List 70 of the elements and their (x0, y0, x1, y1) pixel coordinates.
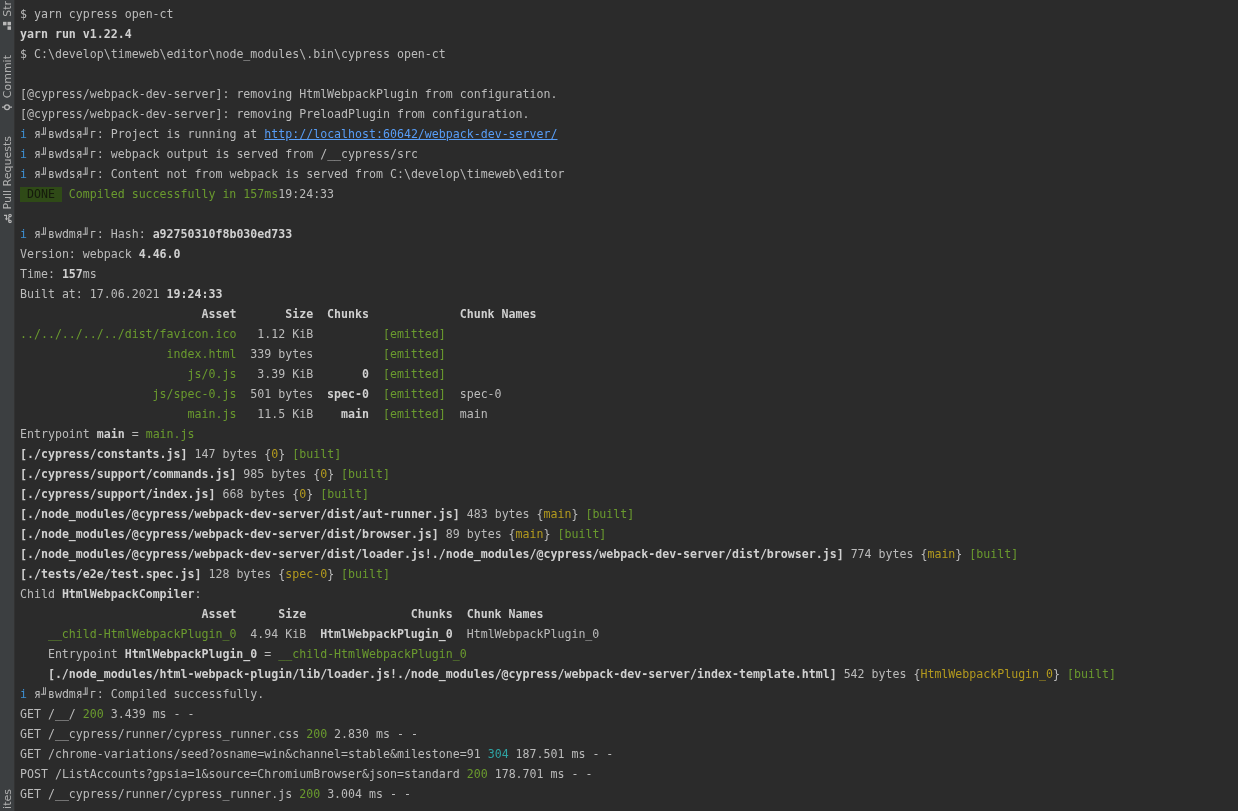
tool-window-tab[interactable]: Commit (0, 54, 14, 113)
log-line: [./node_modules/@cypress/webpack-dev-server/dist/browser.js] 89 bytes {main} [built] (20, 526, 607, 544)
tool-window-tab[interactable]: Pull Requests (0, 136, 14, 224)
log-line: [./cypress/support/index.js] 668 bytes {0} [built] (20, 486, 370, 503)
table-cell-text: HtmlWebpackPlugin_0 (466, 626, 600, 643)
table-cell-text: 3.39 KiB (257, 366, 314, 383)
log-line: $ yarn cypress open-ct (20, 6, 174, 23)
log-line: GET /__cypress/runner/cypress_runner.js 200 3.004 ms - - (20, 786, 411, 803)
log-line: $ C:\develop\timeweb\editor\node_modules\.bin\cypress open-ct (20, 46, 446, 63)
log-line: i я╜вwdmя╜г: Compiled successfully. (20, 686, 265, 703)
log-line: GET /chrome-variations/seed?osname=win&channel=stable&milestone=91 304 187.501 ms - - (20, 746, 614, 763)
column-header: Chunk Names (466, 606, 544, 623)
column-header: Size (278, 606, 307, 623)
table-cell-text: [emitted] (382, 406, 446, 423)
table-cell-text: spec-0 (327, 386, 369, 403)
table-cell-text: [emitted] (382, 366, 446, 383)
column-header: Chunks (410, 606, 453, 623)
log-line: POST /ListAccounts?gpsia=1&source=ChromiumBrowser&json=standard 200 178.701 ms - - (20, 766, 593, 783)
table-cell-text: [emitted] (382, 326, 446, 343)
table-cell-text: __child-HtmlWebpackPlugin_0 (47, 626, 237, 643)
table-cell-text: js/0.js (187, 366, 237, 383)
commit-icon (2, 102, 12, 113)
table-cell-text: ../../../../../dist/favicon.ico (20, 326, 237, 343)
log-line: i я╜вwdsя╜г: Project is running at http://localhost:60642/webpack-dev-server/ (20, 124, 558, 144)
tool-window-tab[interactable]: Str (0, 1, 14, 31)
log-line: [./node_modules/@cypress/webpack-dev-server/dist/aut-runner.js] 483 bytes {main} [built] (20, 506, 635, 524)
log-line: Built at: 17.06.2021 19:24:33 (20, 286, 223, 303)
table-cell-text: 339 bytes (250, 346, 314, 363)
table-cell-text: spec-0 (459, 386, 502, 403)
log-line: [@cypress/webpack-dev-server]: removing HtmlWebpackPlugin from configuration. (20, 86, 558, 103)
table-cell-text: 0 (362, 366, 369, 383)
log-line: GET /__cypress/runner/cypress_runner.css 200 2.830 ms - - (20, 726, 418, 743)
table-cell-text: 501 bytes (250, 386, 314, 403)
column-header: Asset (201, 306, 237, 323)
column-header: Chunk Names (459, 306, 537, 323)
log-line: i я╜вwdsя╜г: webpack output is served from /__cypress/src (20, 146, 418, 163)
log-line: [./cypress/constants.js] 147 bytes {0} [built] (20, 446, 342, 463)
url-link[interactable]: http://localhost:60642/webpack-dev-server/ (264, 124, 558, 144)
table-cell-text: 4.94 KiB (250, 626, 307, 643)
log-line: i я╜вwdsя╜г: Content not from webpack is served from C:\develop\timeweb\editor (20, 166, 565, 183)
table-cell-text: main (459, 406, 488, 423)
log-line: yarn run v1.22.4 (20, 26, 132, 43)
column-header: Size (285, 306, 314, 323)
table-cell-text: js/spec-0.js (152, 386, 237, 403)
table-cell-text: 11.5 KiB (257, 406, 314, 423)
log-line: [./tests/e2e/test.spec.js] 128 bytes {spec-0} [built] (20, 566, 390, 583)
table-cell-text: main.js (187, 406, 237, 423)
structure-icon (2, 20, 12, 31)
log-line: Entrypoint main = main.js (20, 426, 195, 443)
column-header: Asset (201, 606, 237, 623)
log-line: GET /__/ 200 3.439 ms - - (20, 706, 195, 723)
log-line: i я╜вwdmя╜г: Hash: a92750310f8b030ed733 (20, 226, 293, 243)
table-cell-text: [emitted] (382, 346, 446, 363)
log-line: [./cypress/support/commands.js] 985 bytes {0} [built] (20, 466, 390, 483)
log-line: [./node_modules/@cypress/webpack-dev-server/dist/loader.js!./node_modules/@cypress/webpack-dev-server/dist/browser.js] 774 bytes {main} [built] (20, 546, 1019, 564)
log-line: Entrypoint HtmlWebpackPlugin_0 = __child-HtmlWebpackPlugin_0 (46, 646, 467, 664)
tool-window-tab[interactable]: ites (0, 789, 14, 809)
table-cell-text: [emitted] (382, 386, 446, 403)
log-line: [./node_modules/html-webpack-plugin/lib/loader.js!./node_modules/@cypress/webpack-dev-server/index-template.html] 542 bytes {HtmlWebpackPlugin_0} [built] (46, 666, 1116, 684)
table-cell-text: index.html (166, 346, 237, 363)
log-line: [@cypress/webpack-dev-server]: removing PreloadPlugin from configuration. (20, 106, 530, 123)
table-cell-text: 1.12 KiB (257, 326, 314, 343)
log-line: Time: 157ms (20, 266, 97, 283)
log-line: Compiled successfully in 157ms19:24:33 (68, 186, 335, 203)
table-cell-text: main (341, 406, 369, 423)
column-header: Chunks (327, 306, 369, 323)
pull-request-icon (2, 213, 12, 224)
log-line: Child HtmlWebpackCompiler: (20, 586, 202, 603)
table-cell-text: HtmlWebpackPlugin_0 (320, 626, 453, 644)
log-line: Version: webpack 4.46.0 (20, 246, 181, 263)
